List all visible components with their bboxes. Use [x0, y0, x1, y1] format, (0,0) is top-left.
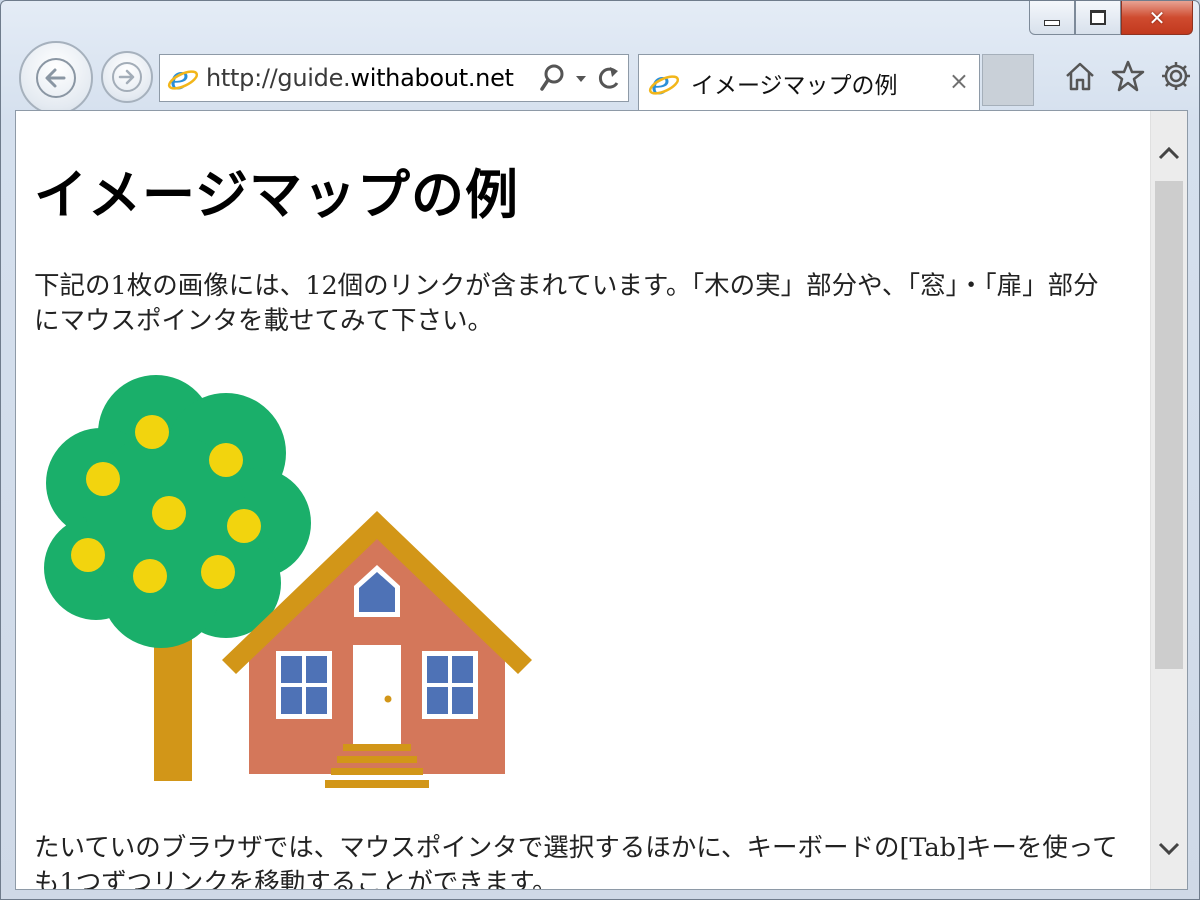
scroll-down-button[interactable] [1151, 829, 1187, 869]
favorites-star-icon[interactable] [1111, 59, 1145, 93]
close-icon: ✕ [1148, 5, 1166, 30]
right-window-link[interactable] [422, 651, 478, 719]
tab-title: イメージマップの例 [691, 72, 898, 99]
left-window-link[interactable] [276, 651, 332, 719]
fruit-link[interactable] [209, 443, 243, 477]
minimize-icon [1044, 19, 1060, 26]
address-url-host: withabout.net [350, 64, 514, 92]
dropdown-icon[interactable] [574, 63, 588, 93]
forward-icon [112, 62, 142, 92]
new-tab-button[interactable] [982, 54, 1034, 106]
scrollbar-thumb[interactable] [1155, 181, 1183, 669]
address-url: http://guide.withabout.net [206, 64, 514, 92]
tab-close-button[interactable]: × [949, 67, 969, 95]
refresh-icon[interactable] [596, 63, 622, 93]
fruit-link[interactable] [152, 496, 186, 530]
toolbar-right [1063, 59, 1193, 93]
close-window-button[interactable]: ✕ [1121, 1, 1193, 35]
back-icon [36, 58, 76, 98]
vertical-scrollbar[interactable] [1150, 111, 1187, 889]
door-link[interactable] [353, 645, 401, 746]
maximize-button[interactable] [1075, 1, 1121, 35]
fruit-link[interactable] [135, 415, 169, 449]
intro-paragraph: 下記の1枚の画像には、12個のリンクが含まれています。「木の実」部分や、「窓」・… [34, 271, 1099, 336]
keyboard-paragraph: たいていのブラウザでは、マウスポインタで選択するほかに、キーボードの[Tab]キ… [34, 833, 1118, 890]
address-bar[interactable]: e http://guide.withabout.net [159, 54, 629, 102]
home-icon[interactable] [1063, 59, 1097, 93]
fruit-link[interactable] [71, 538, 105, 572]
scroll-up-button[interactable] [1151, 133, 1187, 173]
forward-button[interactable] [101, 51, 153, 103]
page-viewport: イメージマップの例 下記の1枚の画像には、12個のリンクが含まれています。「木の… [15, 110, 1188, 890]
chevron-down-icon [1158, 842, 1180, 856]
page-content: イメージマップの例 下記の1枚の画像には、12個のリンクが含まれています。「木の… [34, 111, 1134, 889]
search-icon[interactable] [540, 63, 566, 93]
fruit-link[interactable] [133, 559, 167, 593]
settings-gear-icon[interactable] [1159, 59, 1193, 93]
caption-buttons: ✕ [1029, 1, 1193, 35]
address-tools [540, 63, 622, 93]
back-button[interactable] [19, 41, 93, 115]
browser-window: ✕ e http://guide.withabout.net e イメージマップ… [0, 0, 1200, 900]
fruit-link[interactable] [201, 555, 235, 589]
tab-active[interactable]: e イメージマップの例 × [638, 54, 980, 110]
fruit-link[interactable] [227, 509, 261, 543]
maximize-icon [1090, 10, 1106, 25]
ie-logo-icon: e [648, 66, 680, 100]
ie-logo-icon: e [167, 61, 199, 95]
minimize-button[interactable] [1029, 1, 1075, 35]
image-map [44, 375, 532, 788]
address-url-prefix: http://guide. [206, 64, 351, 92]
chevron-up-icon [1158, 146, 1180, 160]
fruit-link[interactable] [86, 462, 120, 496]
page-heading: イメージマップの例 [34, 165, 519, 226]
